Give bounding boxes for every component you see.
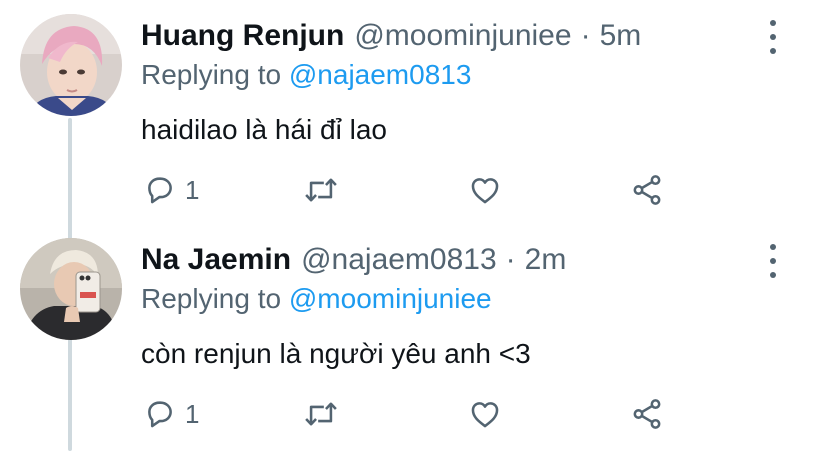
like-button[interactable] xyxy=(468,394,502,434)
retweet-icon xyxy=(305,402,337,426)
share-button[interactable] xyxy=(630,170,664,210)
reply-icon xyxy=(148,401,172,428)
tweet[interactable]: Huang Renjun @moominjuniee · 5m Replying… xyxy=(0,0,828,226)
tweet-actions: 1 xyxy=(0,170,828,210)
author-name[interactable]: Huang Renjun xyxy=(141,18,344,54)
replying-to-label: Replying to xyxy=(141,283,282,314)
author-handle[interactable]: @najaem0813 xyxy=(301,242,497,278)
more-options-icon[interactable] xyxy=(763,244,783,278)
separator-dot: · xyxy=(505,243,516,276)
reply-icon xyxy=(148,177,172,204)
tweet-header: Huang Renjun @moominjuniee · 5m xyxy=(141,18,641,54)
reply-mention-link[interactable]: @moominjuniee xyxy=(289,283,492,314)
replying-to-label: Replying to xyxy=(141,59,282,90)
retweet-icon xyxy=(305,178,337,202)
timestamp[interactable]: 2m xyxy=(525,242,567,278)
reply-count: 1 xyxy=(185,175,200,205)
tweet[interactable]: Na Jaemin @najaem0813 · 2m Replying to @… xyxy=(0,226,828,451)
tweet-actions: 1 xyxy=(0,394,828,434)
retweet-button[interactable] xyxy=(302,170,340,210)
avatar[interactable] xyxy=(20,14,122,116)
more-options-icon[interactable] xyxy=(763,20,783,54)
share-icon xyxy=(633,175,661,205)
author-handle[interactable]: @moominjuniee xyxy=(354,18,571,54)
reply-mention-link[interactable]: @najaem0813 xyxy=(289,59,472,90)
share-button[interactable] xyxy=(630,394,664,434)
reply-thread: Huang Renjun @moominjuniee · 5m Replying… xyxy=(0,0,828,451)
tweet-text: haidilao là hái đỉ lao xyxy=(141,114,387,145)
avatar[interactable] xyxy=(20,238,122,340)
retweet-button[interactable] xyxy=(302,394,340,434)
tweet-text: còn renjun là người yêu anh <3 xyxy=(141,338,531,369)
timestamp[interactable]: 5m xyxy=(600,18,642,54)
separator-dot: · xyxy=(580,19,591,52)
reply-button[interactable]: 1 xyxy=(143,170,199,210)
replying-to: Replying to @najaem0813 xyxy=(141,58,471,92)
like-icon xyxy=(471,402,499,428)
reply-button[interactable]: 1 xyxy=(143,394,199,434)
like-button[interactable] xyxy=(468,170,502,210)
share-icon xyxy=(633,399,661,429)
like-icon xyxy=(471,178,499,204)
reply-count: 1 xyxy=(185,399,200,429)
tweet-header: Na Jaemin @najaem0813 · 2m xyxy=(141,242,566,278)
author-name[interactable]: Na Jaemin xyxy=(141,242,291,278)
replying-to: Replying to @moominjuniee xyxy=(141,282,492,316)
